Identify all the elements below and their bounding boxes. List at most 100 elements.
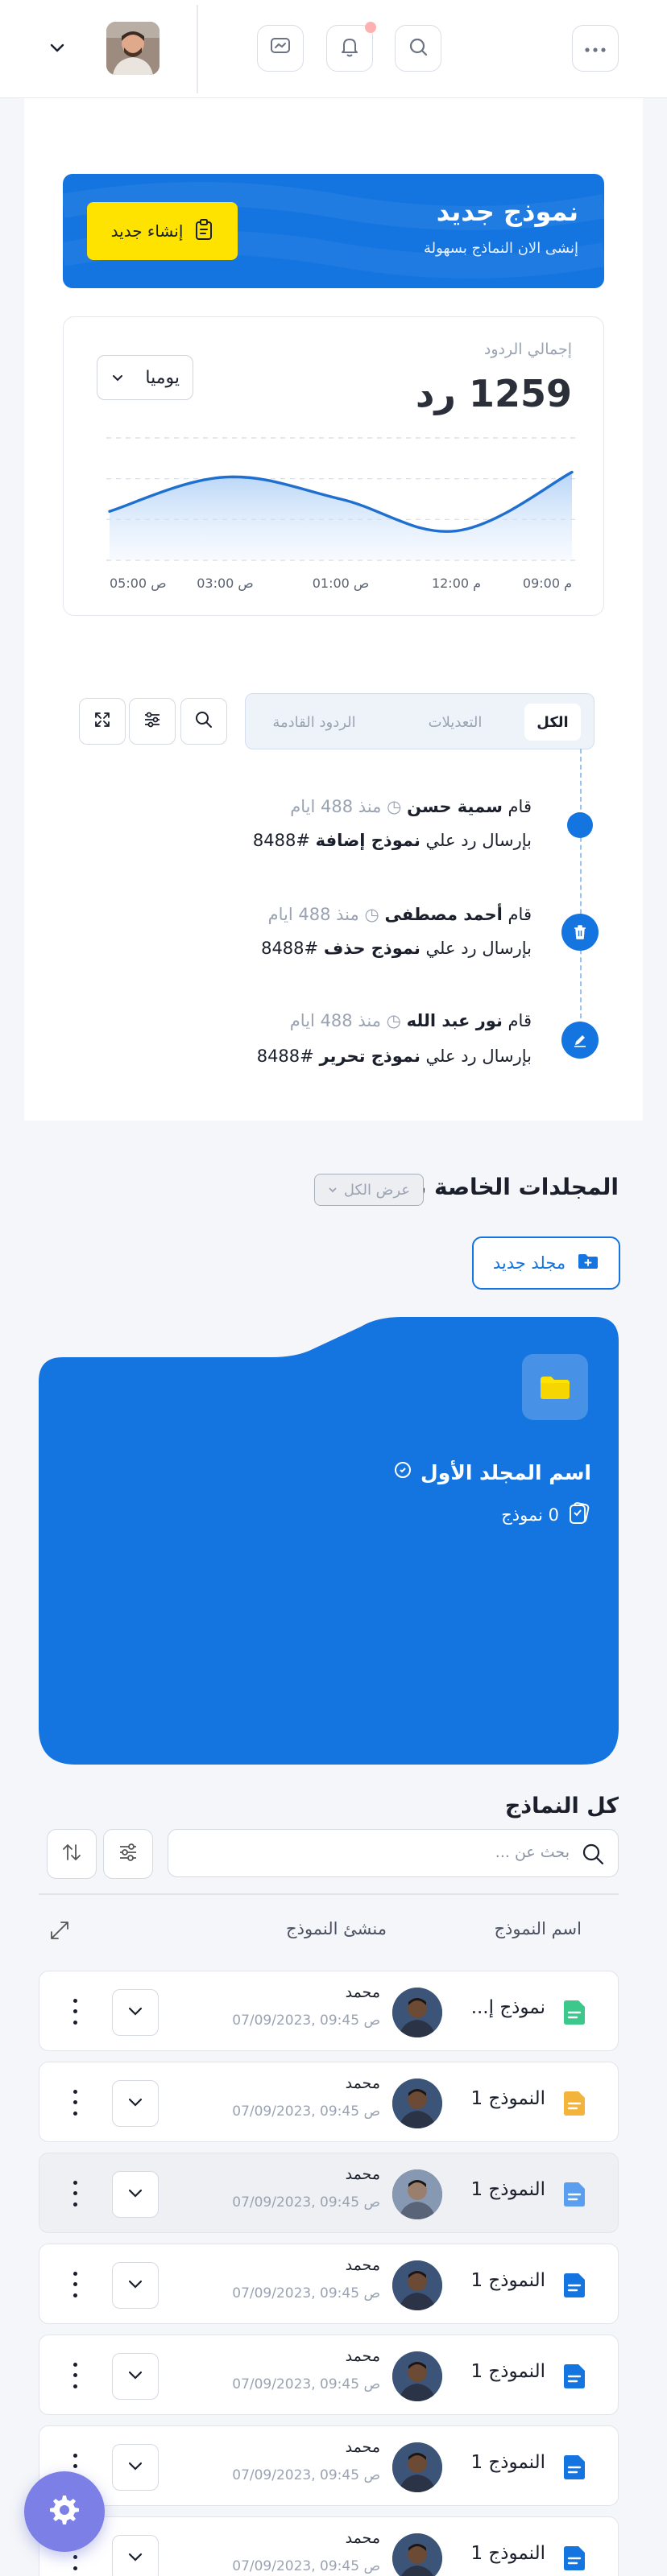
kebab-menu-icon[interactable]: [70, 2087, 80, 2119]
activity-user[interactable]: سمية حسن: [407, 797, 503, 816]
form-creator: محمد: [345, 2347, 380, 2365]
table-row[interactable]: النموذج 1 محمد 07/09/2023, 09:45 ص: [39, 2153, 619, 2233]
forms-filter-button[interactable]: [103, 1829, 153, 1879]
table-row[interactable]: نموذج إ... محمد 07/09/2023, 09:45 ص: [39, 1971, 619, 2051]
form-date: 07/09/2023, 09:45 ص: [232, 2013, 380, 2029]
table-row[interactable]: النموذج 1 محمد 07/09/2023, 09:45 ص: [39, 2516, 619, 2576]
form-name[interactable]: النموذج 1: [470, 2088, 545, 2109]
folder-card[interactable]: اسم المجلد الأول 0 نموذج: [39, 1317, 619, 1765]
folder-count-row: 0 نموذج: [501, 1501, 591, 1529]
new-folder-button[interactable]: مجلد جديد: [472, 1236, 620, 1290]
form-name[interactable]: النموذج 1: [470, 2361, 545, 2382]
row-expand-button[interactable]: [112, 2353, 159, 2400]
search-icon: [408, 36, 429, 60]
pen-icon: [561, 1022, 599, 1059]
trash-icon: [561, 914, 599, 951]
sort-icon: [60, 1841, 83, 1867]
kebab-menu-icon[interactable]: [70, 1996, 80, 2028]
kebab-menu-icon[interactable]: [70, 2268, 80, 2301]
activity-search-button[interactable]: [180, 698, 227, 745]
period-select[interactable]: يوميا: [97, 355, 193, 400]
message-icon: [269, 36, 292, 60]
form-creator: محمد: [345, 2165, 380, 2183]
form-date: 07/09/2023, 09:45 ص: [232, 2558, 380, 2574]
x-tick-label: 05:00 ص: [110, 576, 167, 592]
activity-form[interactable]: نموذج تحرير: [319, 1046, 420, 1066]
activity-prefix: قام: [508, 905, 532, 924]
row-expand-button[interactable]: [112, 2262, 159, 2309]
form-file-icon: [563, 2272, 587, 2299]
row-expand-button[interactable]: [112, 2171, 159, 2218]
chevron-down-icon: [126, 2002, 144, 2023]
avatar: [392, 2351, 442, 2401]
kebab-menu-icon[interactable]: [70, 2178, 80, 2210]
expand-icon: [93, 710, 112, 733]
tab-upcoming-responses[interactable]: الردود القادمة: [259, 704, 370, 741]
activity-item-3-body: بإرسال رد علي نموذج تحرير #8488: [257, 1046, 532, 1066]
form-file-icon: [563, 2363, 587, 2390]
activity-time: منذ 488 ايام: [290, 797, 382, 816]
folder-count: 0 نموذج: [501, 1505, 559, 1525]
table-row[interactable]: النموذج 1 محمد 07/09/2023, 09:45 ص: [39, 2425, 619, 2506]
form-name[interactable]: النموذج 1: [470, 2543, 545, 2564]
search-input[interactable]: بحث عن ...: [495, 1843, 570, 1861]
tab-edits[interactable]: التعديلات: [407, 704, 503, 741]
activity-expand-button[interactable]: [79, 698, 126, 745]
activity-ref: #8488: [261, 939, 319, 958]
activity-form[interactable]: نموذج إضافة: [316, 831, 420, 850]
search-icon: [194, 710, 213, 733]
x-tick-label: 09:00 م: [523, 576, 572, 591]
responses-area-chart: 09:00 م 12:00 م 01:00 ص 03:00 ص 05:00 ص: [106, 437, 575, 592]
form-creator: محمد: [345, 2438, 380, 2456]
kebab-menu-icon[interactable]: [70, 2359, 80, 2392]
top-bar: [0, 0, 667, 98]
form-name[interactable]: النموذج 1: [470, 2452, 545, 2473]
search-button[interactable]: [395, 25, 441, 72]
form-date: 07/09/2023, 09:45 ص: [232, 2103, 380, 2120]
settings-button[interactable]: [24, 2471, 105, 2552]
activity-filter-button[interactable]: [129, 698, 176, 745]
forms-search[interactable]: بحث عن ...: [168, 1829, 619, 1877]
view-all-button[interactable]: عرض الكل: [314, 1174, 424, 1206]
chevron-down-icon[interactable]: [48, 39, 66, 60]
row-expand-button[interactable]: [112, 1989, 159, 2036]
x-tick-label: 03:00 ص: [197, 576, 254, 592]
more-button[interactable]: [572, 25, 619, 72]
form-creator: محمد: [345, 2074, 380, 2092]
notifications-button[interactable]: [326, 22, 376, 72]
activity-timeline: [580, 749, 582, 1034]
clock-icon: ◷: [364, 905, 379, 924]
table-row[interactable]: النموذج 1 محمد 07/09/2023, 09:45 ص: [39, 2334, 619, 2415]
activity-user[interactable]: نور عبد الله: [407, 1011, 503, 1030]
message-button[interactable]: [257, 25, 304, 72]
activity-prefix: قام: [508, 797, 532, 816]
avatar: [392, 2533, 442, 2576]
expand-icon[interactable]: [47, 1918, 72, 1946]
form-name[interactable]: نموذج إ...: [471, 1997, 545, 2018]
clock-icon: ◷: [387, 797, 402, 816]
table-row[interactable]: النموذج 1 محمد 07/09/2023, 09:45 ص: [39, 2062, 619, 2142]
form-file-icon: [563, 2181, 587, 2208]
badge-icon: [393, 1460, 412, 1484]
x-tick-label: 12:00 م: [432, 576, 481, 591]
avatar[interactable]: [106, 22, 160, 75]
activity-text: بإرسال رد علي: [425, 939, 532, 958]
form-name[interactable]: النموذج 1: [470, 2179, 545, 2200]
avatar: [392, 2442, 442, 2492]
forms-sort-button[interactable]: [47, 1829, 97, 1879]
table-row[interactable]: النموذج 1 محمد 07/09/2023, 09:45 ص: [39, 2244, 619, 2324]
column-form-name: اسم النموذج: [494, 1919, 582, 1938]
banner-subtitle: إنشى الان النماذج بسهولة: [424, 240, 578, 257]
form-name[interactable]: النموذج 1: [470, 2270, 545, 2291]
create-new-button[interactable]: إنشاء جديد: [87, 202, 238, 260]
activity-form[interactable]: نموذج حذف: [324, 939, 420, 958]
row-expand-button[interactable]: [112, 2080, 159, 2127]
activity-user[interactable]: أحمد مصطفى: [384, 905, 502, 924]
banner-title: نموذج جديد: [436, 196, 578, 227]
chevron-down-icon: [126, 2093, 144, 2114]
gear-icon: [47, 2492, 82, 2531]
x-tick-label: 01:00 ص: [313, 576, 370, 592]
tab-all[interactable]: الكل: [524, 704, 581, 741]
row-expand-button[interactable]: [112, 2444, 159, 2491]
row-expand-button[interactable]: [112, 2535, 159, 2576]
